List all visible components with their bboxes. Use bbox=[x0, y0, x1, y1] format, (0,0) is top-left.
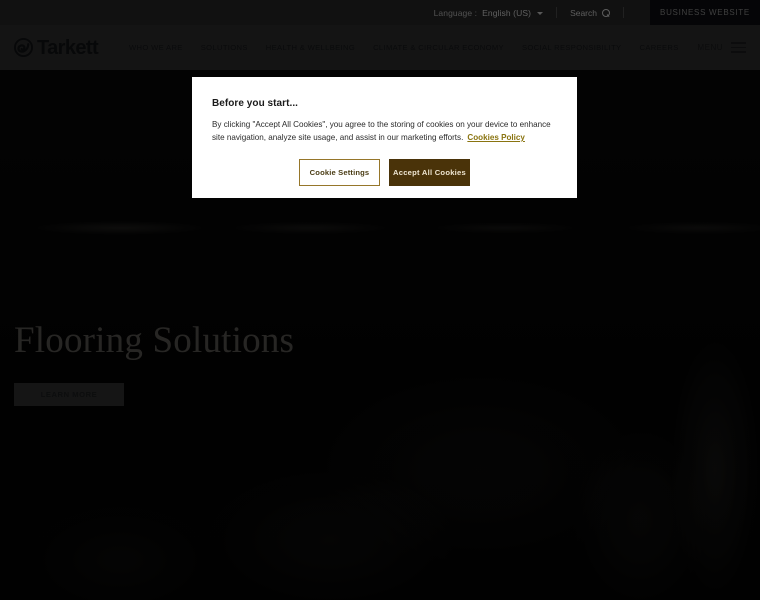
cookie-dialog-title: Before you start... bbox=[212, 98, 298, 109]
accept-all-cookies-button[interactable]: Accept All Cookies bbox=[389, 159, 470, 187]
cookie-dialog-actions: Cookie Settings Accept All Cookies bbox=[212, 159, 557, 187]
cookie-settings-button[interactable]: Cookie Settings bbox=[299, 159, 380, 187]
cookie-consent-dialog: Before you start... By clicking "Accept … bbox=[192, 77, 577, 198]
cookie-dialog-body: By clicking "Accept All Cookies", you ag… bbox=[212, 118, 552, 144]
cookies-policy-link[interactable]: Cookies Policy bbox=[467, 133, 525, 142]
